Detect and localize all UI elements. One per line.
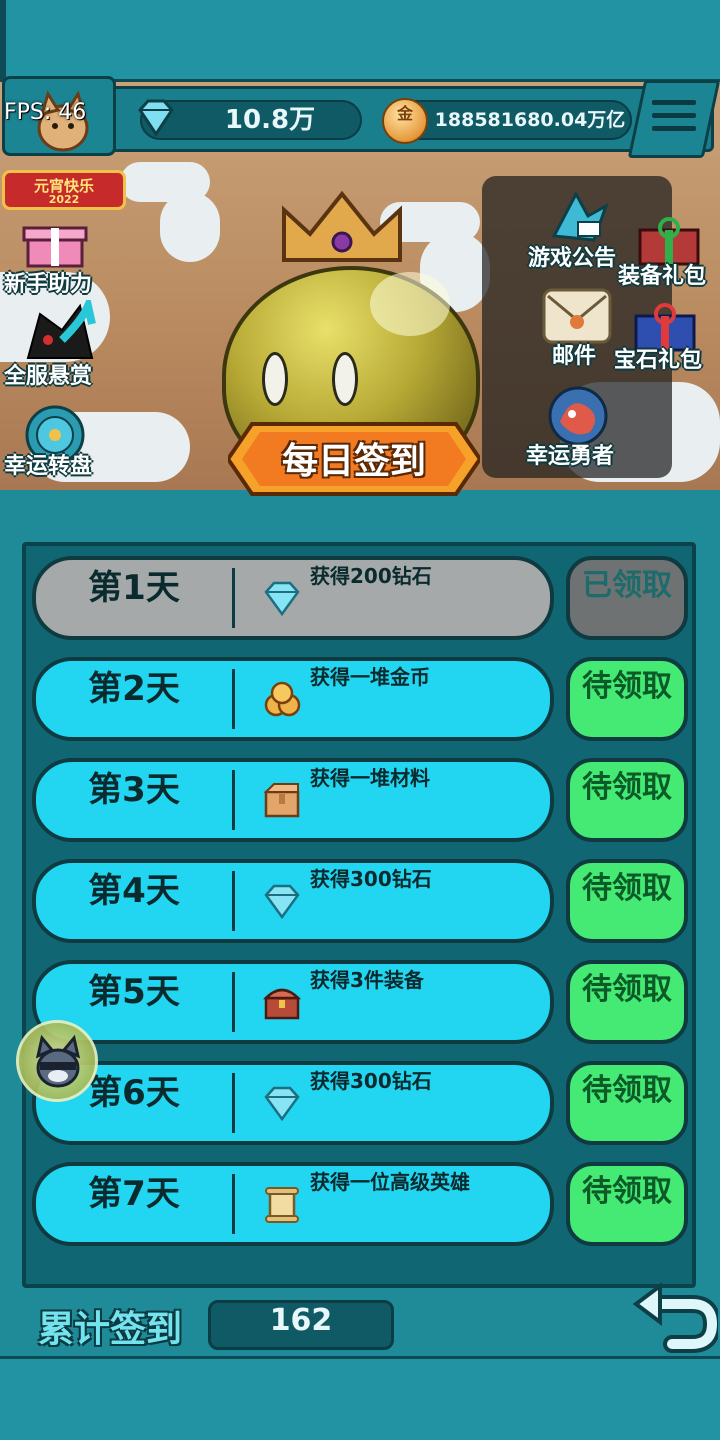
reward-text: 获得300钻石 bbox=[310, 1069, 432, 1093]
slime-eye-left bbox=[262, 352, 288, 406]
day-label: 第1天 bbox=[88, 568, 180, 608]
coin-value: 188581680.04万亿 bbox=[434, 109, 626, 131]
checkin-row-day-2: 第2天 获得一堆金币 bbox=[32, 657, 554, 741]
claim-button-day-4[interactable]: 待领取 bbox=[566, 859, 688, 943]
gem-value: 10.8万 bbox=[224, 105, 316, 135]
slime-eye-right bbox=[332, 352, 358, 406]
total-checkin-value: 162 bbox=[208, 1300, 394, 1350]
claim-button-day-5[interactable]: 待领取 bbox=[566, 960, 688, 1044]
mail-icon[interactable] bbox=[542, 286, 612, 346]
gift-icon[interactable] bbox=[20, 214, 90, 270]
claim-button-day-2[interactable]: 待领取 bbox=[566, 657, 688, 741]
right-menu-label-3[interactable]: 邮件 bbox=[552, 338, 596, 370]
claim-button-day-6[interactable]: 待领取 bbox=[566, 1061, 688, 1145]
daily-checkin-screen: 10.8万 金 188581680.04万亿 FPS: 46 元宵快乐 2022… bbox=[0, 0, 720, 1440]
page-title: 每日签到 bbox=[281, 441, 426, 482]
diamond-icon bbox=[264, 884, 300, 920]
checkin-row-day-5: 第5天 获得3件装备 bbox=[32, 960, 554, 1044]
right-menu-label-1[interactable]: 游戏公告 bbox=[528, 240, 616, 272]
checkin-row-day-6: 第6天 获得300钻石 bbox=[32, 1061, 554, 1145]
treasure-chest-icon bbox=[262, 988, 302, 1020]
reward-text: 获得一堆金币 bbox=[310, 665, 430, 689]
bottom-band bbox=[0, 1356, 720, 1440]
total-checkin-label: 累计签到 bbox=[38, 1309, 183, 1350]
right-menu-label-5[interactable]: 幸运勇者 bbox=[526, 438, 614, 470]
left-menu-label-3[interactable]: 幸运转盘 bbox=[4, 448, 92, 480]
checkin-row-day-4: 第4天 获得300钻石 bbox=[32, 859, 554, 943]
festival-year: 2022 bbox=[48, 193, 80, 206]
claimed-button-day-1[interactable]: 已领取 bbox=[566, 556, 688, 640]
coins-icon bbox=[264, 681, 301, 717]
crown-icon bbox=[282, 190, 402, 262]
claim-button-day-3[interactable]: 待领取 bbox=[566, 758, 688, 842]
diamond-icon bbox=[138, 99, 174, 137]
reward-text: 获得300钻石 bbox=[310, 867, 432, 891]
checkin-row-day-1: 第1天 获得200钻石 bbox=[32, 556, 554, 640]
announcement-icon[interactable] bbox=[548, 186, 612, 244]
checkin-row-day-7: 第7天 获得一位高级英雄 bbox=[32, 1162, 554, 1246]
festival-badge[interactable]: 元宵快乐 2022 bbox=[2, 170, 126, 210]
day-label: 第4天 bbox=[88, 871, 180, 911]
bounty-icon[interactable] bbox=[22, 300, 98, 362]
lucky-hero-icon[interactable] bbox=[546, 386, 610, 446]
materials-box-icon bbox=[263, 783, 300, 818]
coin-glyph: 金 bbox=[396, 104, 413, 123]
top-band bbox=[0, 0, 720, 82]
slime-shine bbox=[370, 272, 450, 336]
reward-text: 获得200钻石 bbox=[310, 564, 432, 588]
hamburger-icon bbox=[652, 100, 696, 136]
right-menu-label-4[interactable]: 宝石礼包 bbox=[614, 342, 702, 374]
left-menu-label-2[interactable]: 全服悬赏 bbox=[4, 358, 92, 390]
checkin-row-day-3: 第3天 获得一堆材料 bbox=[32, 758, 554, 842]
gold-coin-icon: 金 bbox=[382, 98, 428, 144]
scroll-icon bbox=[265, 1187, 299, 1223]
reward-text: 获得一堆材料 bbox=[310, 766, 430, 790]
raccoon-helper-icon bbox=[35, 1034, 81, 1088]
left-menu-label-1[interactable]: 新手助力 bbox=[4, 266, 92, 298]
claim-button-day-7[interactable]: 待领取 bbox=[566, 1162, 688, 1246]
reward-text: 获得一位高级英雄 bbox=[310, 1170, 470, 1194]
right-menu-label-2[interactable]: 装备礼包 bbox=[618, 258, 706, 290]
back-arrow-icon[interactable] bbox=[632, 1282, 718, 1358]
fps-counter: FPS: 46 bbox=[4, 100, 87, 125]
day-label: 第7天 bbox=[88, 1174, 180, 1214]
diamond-icon bbox=[264, 1086, 300, 1122]
reward-text: 获得3件装备 bbox=[310, 968, 424, 992]
day-label: 第2天 bbox=[88, 669, 180, 709]
day-label: 第3天 bbox=[88, 770, 180, 810]
diamond-icon bbox=[264, 581, 300, 617]
